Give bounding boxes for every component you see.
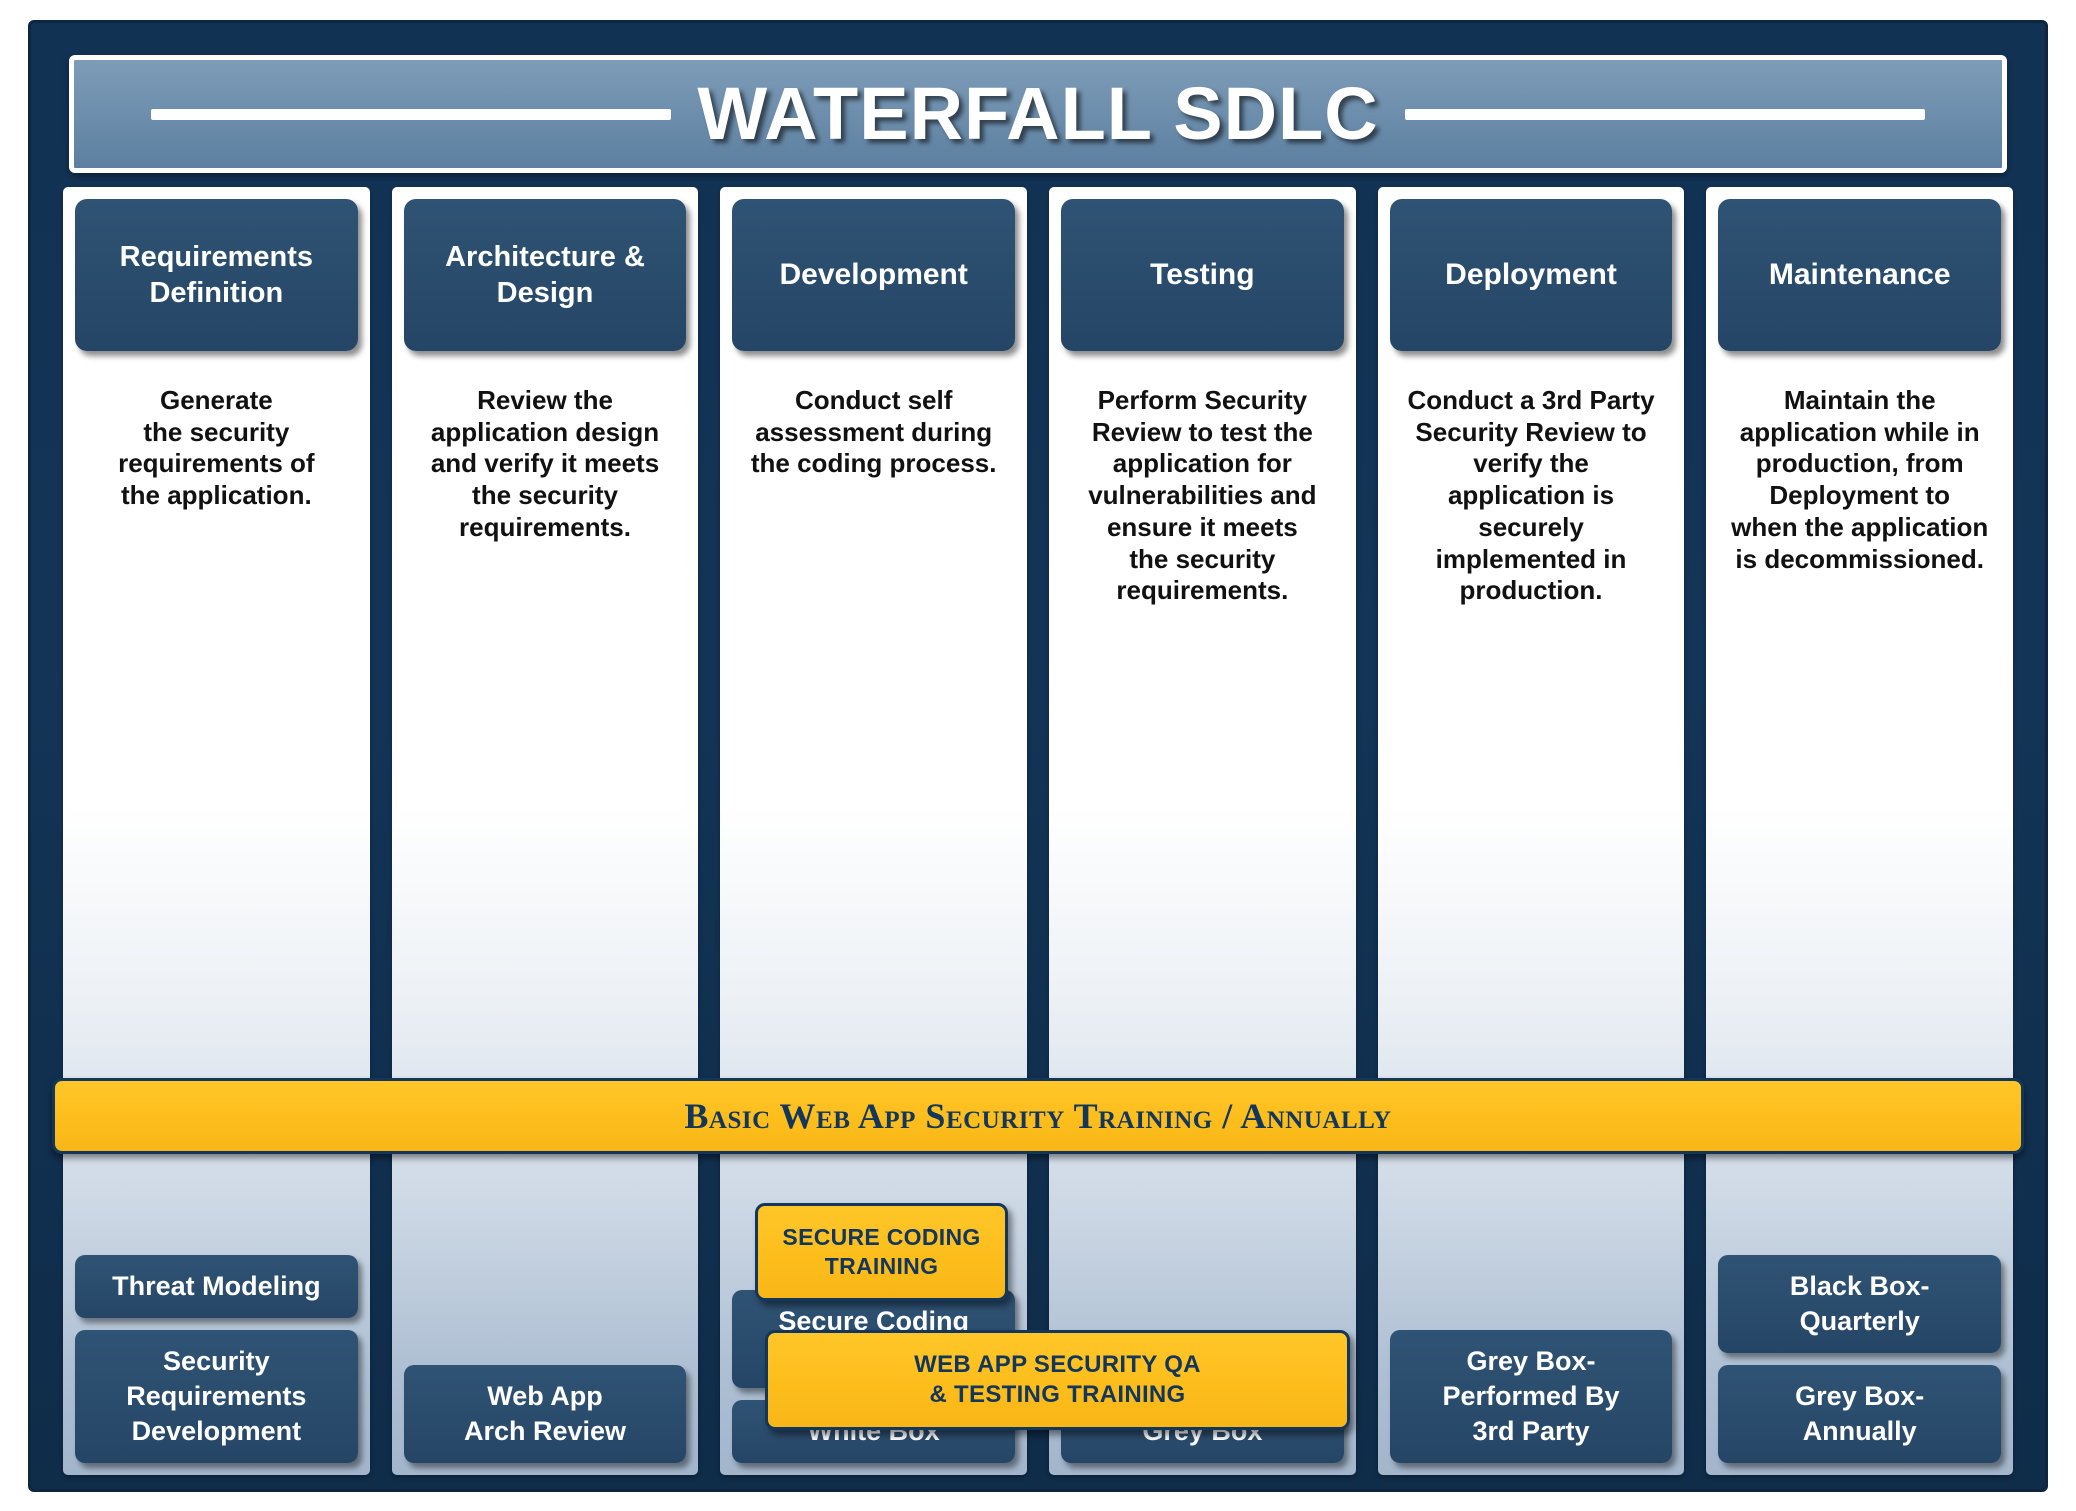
phase-description-maintenance: Maintain the application while in produc… [1731, 385, 1989, 574]
column-spacer [1390, 607, 1673, 1330]
column-spacer [404, 544, 687, 1365]
badge-threat-modeling[interactable]: Threat Modeling [75, 1254, 358, 1318]
phase-header-maintenance: Maintenance [1718, 199, 2002, 351]
phase-header-requirements-definition: Requirements Definition [75, 199, 358, 351]
phase-badges-maintenance: Black Box- Quarterly Grey Box- Annually [1718, 1254, 2002, 1465]
phase-description-testing: Perform Security Review to test the appl… [1088, 385, 1317, 606]
column-spacer [1061, 607, 1344, 1400]
phase-description-deployment: Conduct a 3rd Party Security Review to v… [1407, 385, 1655, 606]
title-rule-left-decoration [151, 108, 672, 120]
phase-badges-requirements-definition: Threat Modeling Security Requirements De… [75, 1254, 358, 1465]
phase-column-testing: Testing Perform Security Review to test … [1049, 187, 1356, 1475]
page-title: WATERFALL SDLC [697, 72, 1379, 155]
phase-description-development: Conduct self assessment during the codin… [750, 385, 997, 479]
diagram-frame: WATERFALL SDLC Requirements Definition G… [28, 20, 2048, 1492]
title-banner: WATERFALL SDLC [69, 55, 2007, 173]
phase-column-deployment: Deployment Conduct a 3rd Party Security … [1377, 187, 1685, 1475]
phase-column-architecture-design: Architecture & Design Review the applica… [391, 187, 699, 1475]
phase-description-requirements-definition: Generate the security requirements of th… [118, 385, 315, 511]
basic-web-app-security-training-label: Basic Web App Security Training / Annual… [684, 1096, 1392, 1136]
title-rule-right-decoration [1404, 108, 1925, 120]
phase-header-testing: Testing [1061, 199, 1344, 351]
phase-badges-deployment: Grey Box- Performed By 3rd Party [1389, 1329, 1673, 1465]
basic-web-app-security-training-bar[interactable]: Basic Web App Security Training / Annual… [52, 1078, 2024, 1154]
phase-badges-architecture-design: Web App Arch Review [403, 1364, 687, 1465]
phase-header-development: Development [732, 199, 1016, 351]
phase-columns: Requirements Definition Generate the sec… [53, 187, 2023, 1475]
phase-header-architecture-design: Architecture & Design [403, 199, 687, 351]
badge-grey-box-performed-by-3rd-party[interactable]: Grey Box- Performed By 3rd Party [1389, 1329, 1673, 1463]
phase-description-architecture-design: Review the application design and verify… [430, 385, 660, 542]
badge-grey-box-annually[interactable]: Grey Box- Annually [1718, 1364, 2002, 1463]
web-app-security-qa-testing-training-box[interactable]: WEB APP SECURITY QA & TESTING TRAINING [765, 1330, 1350, 1430]
secure-coding-training-label: SECURE CODING TRAINING [782, 1224, 981, 1279]
secure-coding-training-box[interactable]: SECURE CODING TRAINING [755, 1203, 1008, 1301]
phase-header-deployment: Deployment [1389, 199, 1673, 351]
badge-security-requirements-development[interactable]: Security Requirements Development [75, 1329, 358, 1463]
badge-web-app-arch-review[interactable]: Web App Arch Review [403, 1364, 687, 1463]
phase-column-requirements-definition: Requirements Definition Generate the sec… [63, 187, 370, 1475]
badge-black-box-quarterly[interactable]: Black Box- Quarterly [1718, 1254, 2002, 1353]
phase-column-maintenance: Maintenance Maintain the application whi… [1706, 187, 2014, 1475]
web-app-security-qa-testing-training-label: WEB APP SECURITY QA & TESTING TRAINING [914, 1351, 1201, 1408]
waterfall-sdlc-diagram: WATERFALL SDLC Requirements Definition G… [0, 0, 2076, 1511]
column-spacer [732, 480, 1015, 1290]
